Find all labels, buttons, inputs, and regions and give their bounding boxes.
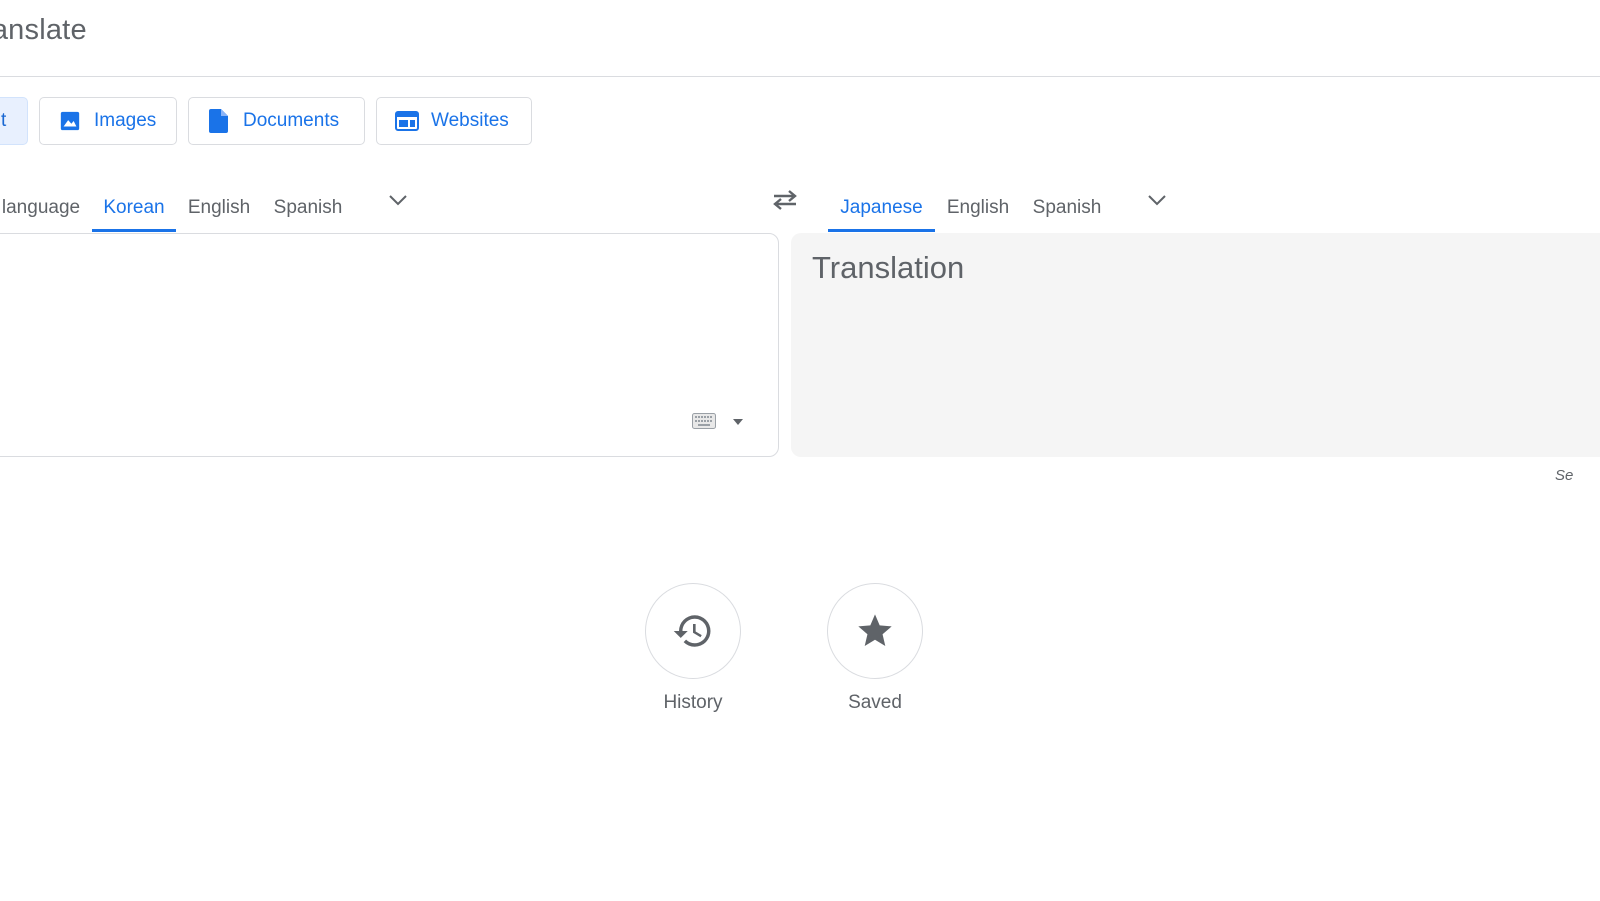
documents-mode-label: Documents: [243, 110, 340, 131]
target-tab-label: English: [946, 197, 1010, 218]
detect-language-label: language: [1, 197, 81, 218]
history-button[interactable]: [645, 583, 741, 679]
websites-mode-button[interactable]: Websites: [376, 97, 532, 145]
swap-languages-button[interactable]: [768, 184, 802, 216]
input-tools-dropdown-icon[interactable]: [732, 413, 744, 425]
send-feedback-link[interactable]: Se: [1555, 467, 1573, 484]
star-icon: [858, 614, 892, 646]
source-tab-label: English: [187, 197, 251, 218]
app-title[interactable]: ranslate: [0, 14, 87, 47]
target-tab-label: Spanish: [1032, 197, 1102, 218]
saved-button[interactable]: [827, 583, 923, 679]
source-tab-spanish[interactable]: Spanish: [266, 184, 350, 232]
target-tab-japanese[interactable]: Japanese: [828, 184, 935, 232]
chevron-down-icon: [389, 195, 407, 206]
saved-label: Saved: [848, 692, 902, 713]
source-text-panel: [0, 233, 779, 457]
target-tab-spanish[interactable]: Spanish: [1025, 184, 1109, 232]
documents-mode-button[interactable]: Documents: [188, 97, 365, 145]
app-header: ranslate: [0, 0, 1600, 77]
target-tab-label: Japanese: [840, 197, 923, 218]
images-mode-label: Images: [94, 110, 157, 131]
websites-mode-label: Websites: [431, 110, 509, 131]
history-icon: [673, 615, 711, 647]
source-more-languages-button[interactable]: [384, 186, 412, 214]
keyboard-icon[interactable]: [692, 413, 716, 429]
target-tab-english[interactable]: English: [939, 184, 1017, 232]
source-tab-label: Spanish: [273, 197, 343, 218]
website-icon: [395, 109, 419, 133]
document-icon: [207, 109, 231, 133]
source-tab-label: Korean: [103, 197, 165, 218]
image-icon: [58, 109, 82, 133]
history-label: History: [663, 692, 723, 713]
source-tab-english[interactable]: English: [180, 184, 258, 232]
source-tab-korean[interactable]: Korean: [92, 184, 176, 232]
translation-placeholder: Translation: [812, 250, 965, 285]
source-text-input[interactable]: [0, 234, 778, 456]
text-mode-button[interactable]: t: [0, 97, 28, 145]
target-more-languages-button[interactable]: [1143, 186, 1171, 214]
text-mode-label: t: [1, 110, 7, 131]
swap-icon: [773, 190, 797, 210]
images-mode-button[interactable]: Images: [39, 97, 177, 145]
translate-page: ranslate t Images Documents Websites lan…: [0, 0, 1600, 901]
chevron-down-icon: [1148, 195, 1166, 206]
detect-language-tab[interactable]: language: [0, 184, 88, 232]
